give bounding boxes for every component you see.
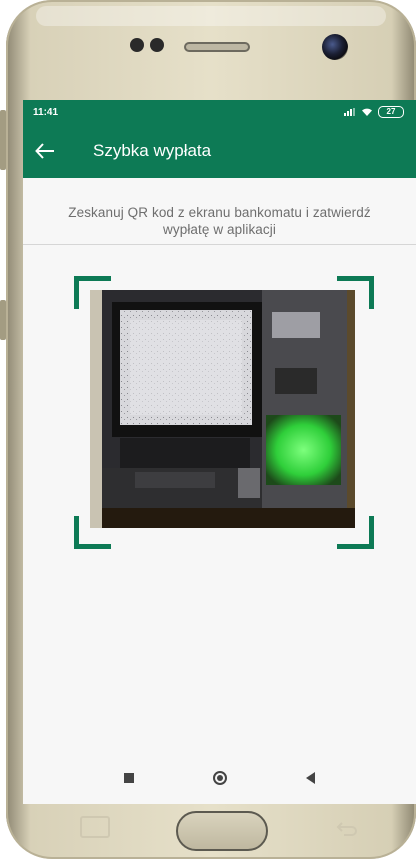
square-icon [123,773,134,783]
camera-preview [90,290,355,528]
instruction-divider [23,244,416,245]
status-time: 11:41 [33,106,59,118]
hardware-home-button[interactable] [176,811,268,851]
circle-icon [212,771,227,785]
hardware-back-key[interactable] [334,818,358,836]
proximity-sensor [130,38,144,52]
side-key [0,300,6,340]
signal-icon [344,108,356,116]
volume-key [0,110,6,170]
scanner-area: Zeskanuj QR kod z ekranu bankomatu i zat… [23,204,416,756]
atm-camera-image [90,290,355,528]
page-title: Szybka wypłata [93,141,212,160]
scan-instruction: Zeskanuj QR kod z ekranu bankomatu i zat… [23,204,416,238]
content-top-strip [23,178,416,204]
screen: 11:41 27 Szybka wypłata Zeskanuj QR kod … [23,100,416,804]
scan-instruction-line1: Zeskanuj QR kod z ekranu bankomatu i zat… [68,205,371,220]
app-bar: Szybka wypłata [23,124,416,178]
hardware-recents-key[interactable] [80,816,110,838]
system-nav-bar [23,752,416,804]
phone-highlight [36,6,386,26]
triangle-left-icon [306,772,315,784]
scan-instruction-line2: wypłatę w aplikacji [163,222,276,237]
wifi-icon [362,108,372,116]
battery-icon: 27 [378,106,404,118]
recents-button[interactable] [118,767,140,789]
light-sensor [150,38,164,52]
earpiece-speaker [184,42,250,52]
nav-back-button[interactable] [300,767,322,789]
home-button[interactable] [209,767,231,789]
arrow-left-icon[interactable] [35,141,63,161]
status-icons: 27 [344,106,404,118]
status-bar: 11:41 27 [23,100,416,124]
front-camera [322,34,348,60]
